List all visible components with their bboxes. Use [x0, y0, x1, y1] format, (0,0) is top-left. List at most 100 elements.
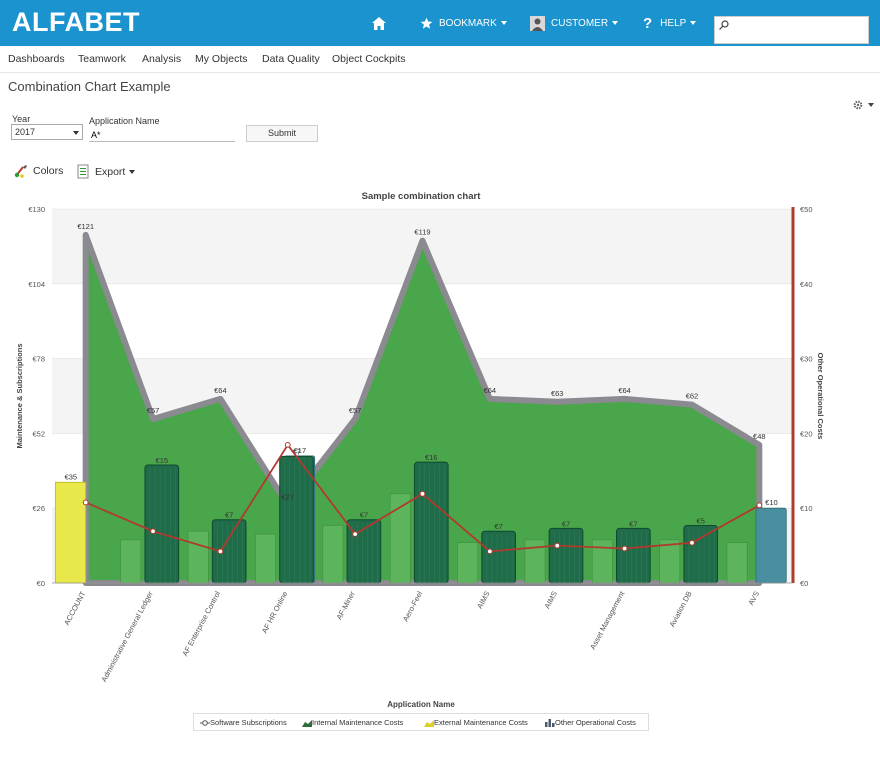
bar-internal-shadow — [591, 539, 613, 584]
combination-chart: €0 €26 €52 €78 €104 €130 €0 €10 €20 €30 €40 €50 €35 €… — [0, 182, 880, 770]
x-tick-label: AVS — [746, 590, 761, 607]
chevron-down-icon — [500, 21, 507, 25]
line-point — [150, 528, 156, 535]
bar-internal-shadow — [659, 539, 681, 584]
area-label: €64 — [484, 386, 497, 395]
chevron-down-icon — [690, 21, 697, 25]
bar-label: €35 — [65, 472, 78, 481]
x-tick-label: Aero-Feel — [401, 589, 425, 623]
legend-label: Internal Maintenance Costs — [312, 718, 404, 727]
year-label: Year — [12, 114, 31, 124]
bar-label: €7 — [629, 519, 637, 528]
area-label: €63 — [551, 389, 564, 398]
line-point — [419, 490, 426, 497]
chart-svg: €0 €26 €52 €78 €104 €130 €0 €10 €20 €30 €40 €50 €35 €… — [15, 191, 825, 709]
bar-label: €7 — [494, 522, 502, 531]
page-title: Combination Chart Example — [8, 79, 171, 94]
submit-button[interactable]: Submit — [246, 125, 318, 142]
area-label: €64 — [214, 386, 227, 395]
area-label: €57 — [349, 406, 362, 415]
bookmark-label: BOOKMARK — [439, 17, 497, 29]
menu-object-cockpits[interactable]: Object Cockpits — [332, 53, 406, 65]
menu-dashboards[interactable]: Dashboards — [8, 53, 65, 65]
y-right-tick-label: €50 — [800, 205, 813, 214]
y-left-tick-label: €130 — [28, 205, 45, 214]
home-button[interactable] — [372, 0, 392, 46]
y-right-tick-label: €0 — [800, 579, 808, 588]
menu-my-objects[interactable]: My Objects — [195, 53, 248, 65]
app-logo[interactable]: ALFABET — [12, 7, 140, 38]
y-right-tick-label: €40 — [800, 280, 813, 289]
menu-teamwork[interactable]: Teamwork — [78, 53, 126, 65]
line-point — [486, 548, 493, 555]
y-left-tick-label: €52 — [32, 429, 45, 438]
line-point — [217, 548, 224, 555]
x-tick-label: AF Enterprise Control — [180, 589, 222, 657]
settings-menu[interactable] — [852, 97, 874, 115]
application-name-input[interactable] — [89, 128, 235, 142]
bar-label: €7 — [360, 511, 368, 520]
bar-label: €7 — [562, 519, 570, 528]
bar-internal-shadow — [726, 542, 748, 584]
line-point — [689, 539, 695, 546]
line-point — [284, 442, 291, 448]
application-name-label: Application Name — [89, 116, 160, 126]
x-tick-label: AF HR Online — [260, 590, 290, 635]
x-tick-label: Aviation DB — [667, 590, 693, 629]
y-right-tick-label: €30 — [800, 355, 813, 364]
bar-internal-shadow — [322, 525, 344, 584]
bookmark-menu[interactable]: BOOKMARK — [420, 0, 507, 46]
export-button[interactable]: Export — [77, 164, 136, 179]
area-label: €62 — [686, 392, 699, 401]
legend-other-operational[interactable]: Other Operational Costs — [545, 718, 636, 727]
menu-analysis[interactable]: Analysis — [142, 53, 181, 65]
legend-external-maintenance[interactable]: External Maintenance Costs — [424, 718, 528, 727]
chevron-down-icon — [129, 169, 136, 174]
area-label: €64 — [618, 386, 631, 395]
bar-label: €16 — [425, 453, 438, 462]
help-label: HELP — [660, 17, 687, 29]
customer-label: CUSTOMER — [551, 17, 609, 29]
legend-label: Other Operational Costs — [555, 718, 636, 727]
export-label: Export — [95, 165, 126, 178]
bar-internal-shadow — [120, 539, 142, 584]
area-label: €121 — [77, 222, 94, 231]
bar-external-maintenance — [54, 481, 87, 584]
bar-internal-shadow — [187, 530, 209, 584]
x-tick-label: ACCOUNT — [62, 589, 88, 626]
x-tick-label: AIMS — [542, 590, 559, 610]
year-select[interactable]: 2017 — [11, 124, 83, 140]
area-label: €27 — [282, 492, 295, 501]
bar-other-operational — [755, 507, 787, 584]
chart-legend: Software Subscriptions Internal Maintena… — [193, 713, 649, 731]
main-menu: Dashboards Teamwork Analysis My Objects … — [0, 46, 880, 73]
x-tick-label: Asset Management — [588, 589, 627, 651]
colors-label: Colors — [33, 165, 64, 177]
bar-label: €7 — [225, 511, 233, 520]
line-point — [352, 531, 359, 537]
help-menu[interactable]: ? HELP — [643, 0, 697, 46]
x-tick-label: AIMS — [475, 590, 492, 610]
line-point — [82, 499, 89, 506]
bar-chart-icon — [545, 718, 555, 727]
legend-internal-maintenance[interactable]: Internal Maintenance Costs — [302, 718, 403, 727]
x-tick-label: Administrative General Ledger — [99, 589, 155, 683]
bar-internal-shadow — [457, 542, 479, 584]
gear-icon — [853, 100, 874, 110]
paintbrush-icon — [14, 165, 27, 178]
line-point — [756, 502, 763, 509]
y-left-tick-label: €104 — [28, 280, 45, 289]
year-value: 2017 — [15, 127, 36, 137]
search-input[interactable] — [714, 16, 869, 44]
chevron-down-icon — [612, 21, 619, 25]
legend-software-subscriptions[interactable]: Software Subscriptions — [200, 718, 287, 727]
chart-title: Sample combination chart — [362, 191, 482, 202]
customer-menu[interactable]: CUSTOMER — [530, 0, 619, 46]
y-left-tick-label: €78 — [32, 355, 45, 364]
avatar-icon — [530, 15, 545, 31]
area-label: €119 — [414, 228, 430, 237]
colors-button[interactable]: Colors — [14, 164, 63, 178]
question-icon: ? — [643, 14, 653, 32]
y-right-tick-label: €10 — [800, 504, 813, 513]
menu-data-quality[interactable]: Data Quality — [262, 53, 320, 65]
